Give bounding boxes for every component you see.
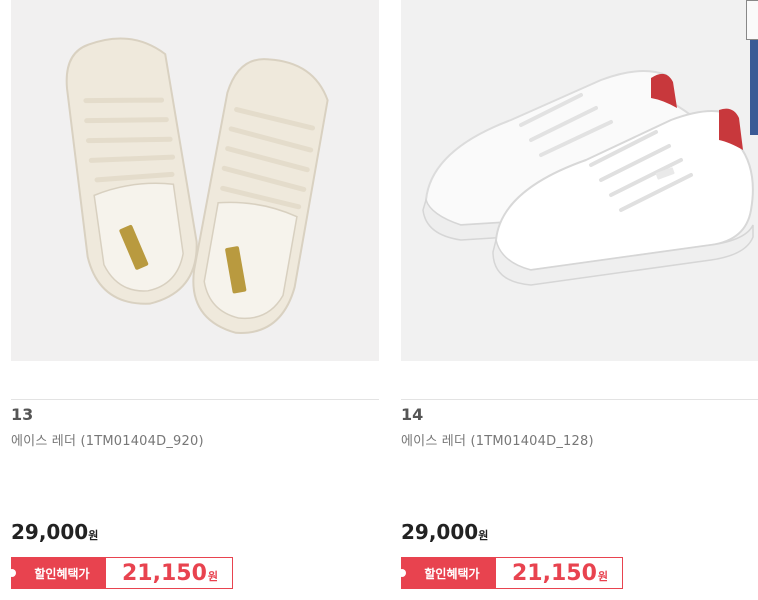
badge-dot-icon: [398, 569, 406, 577]
product-image[interactable]: [401, 0, 758, 361]
product-number: 13: [11, 405, 34, 424]
product-image[interactable]: [11, 0, 379, 361]
product-name[interactable]: 에이스 레더 (1TM01404D_128): [401, 430, 594, 449]
product-number: 14: [401, 405, 424, 424]
product-name[interactable]: 에이스 레더 (1TM01404D_920): [11, 430, 204, 449]
discount-price: 21,150원: [122, 561, 218, 586]
badge-dot-icon: [8, 569, 16, 577]
discount-price: 21,150원: [512, 561, 608, 586]
price-amount: 29,000: [11, 520, 89, 544]
card-divider: [401, 399, 758, 400]
card-divider: [11, 399, 379, 400]
discount-unit: 원: [207, 569, 219, 583]
discount-label-badge: 할인혜택가: [8, 558, 106, 588]
regular-price: 29,000원: [401, 520, 488, 544]
product-card-14[interactable]: 14 에이스 레더 (1TM01404D_128) 29,000원 할인혜택가 …: [398, 0, 758, 600]
discount-unit: 원: [597, 569, 609, 583]
price-unit: 원: [478, 529, 489, 542]
discount-label: 할인혜택가: [34, 566, 90, 581]
price-amount: 29,000: [401, 520, 479, 544]
discount-amount: 21,150: [512, 560, 597, 586]
regular-price: 29,000원: [11, 520, 98, 544]
discount-price-box: 할인혜택가 21,150원: [398, 557, 623, 589]
cream-sneakers-image: [65, 37, 329, 334]
side-share-tab[interactable]: [750, 40, 758, 135]
discount-amount: 21,150: [122, 560, 207, 586]
discount-price-box: 할인혜택가 21,150원: [8, 557, 233, 589]
discount-label-badge: 할인혜택가: [398, 558, 496, 588]
side-floating-panel[interactable]: [746, 0, 758, 40]
product-grid: 13 에이스 레더 (1TM01404D_920) 29,000원 할인혜택가 …: [0, 0, 758, 600]
discount-label: 할인혜택가: [424, 566, 480, 581]
product-card-13[interactable]: 13 에이스 레더 (1TM01404D_920) 29,000원 할인혜택가 …: [8, 0, 379, 600]
price-unit: 원: [88, 529, 99, 542]
white-red-sneakers-image: [422, 70, 754, 286]
